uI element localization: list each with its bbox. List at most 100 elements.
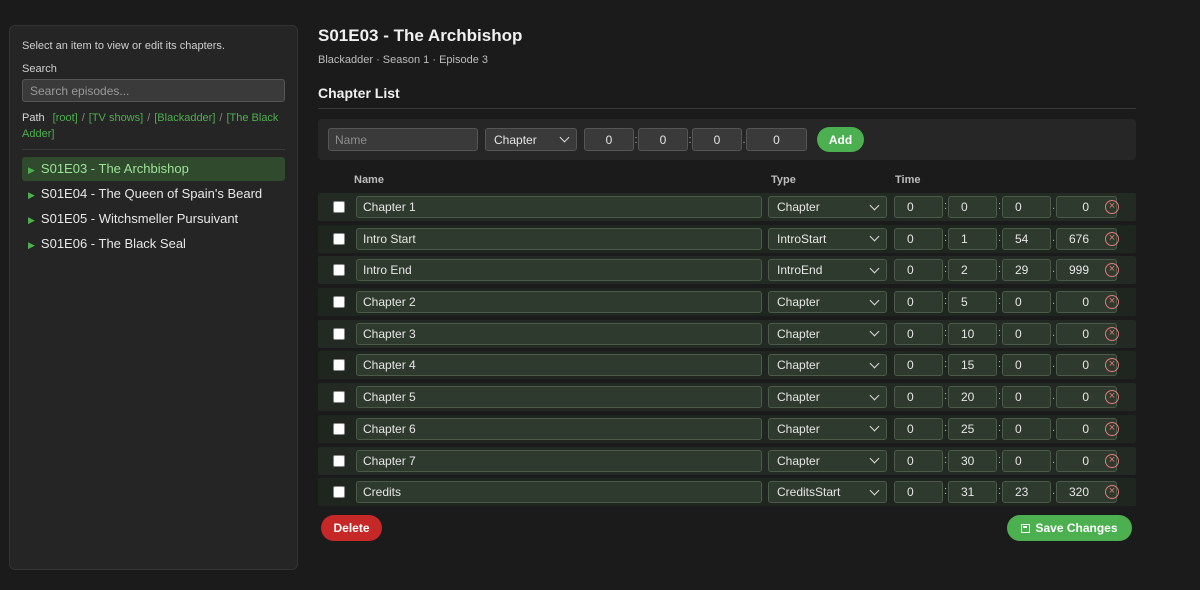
new-milliseconds-input[interactable]: 0 [746,128,807,151]
hours-input[interactable]: 0 [894,386,943,409]
row-checkbox[interactable] [333,264,345,277]
breadcrumb: Path [root] / [TV shows] / [Blackadder] / [The … [22,110,285,150]
minutes-input[interactable]: 5 [948,291,997,314]
seconds-input[interactable]: 0 [1002,386,1051,409]
new-seconds-input[interactable]: 0 [692,128,742,151]
breadcrumb-tv-shows[interactable]: [TV shows] [89,112,143,124]
episode-item[interactable]: ▶ S01E05 - Witchsmeller Pursuivant [22,207,285,231]
time-separator: : [998,263,1002,276]
time-separator: . [1052,485,1056,498]
minutes-input[interactable]: 10 [948,322,997,345]
minutes-input[interactable]: 0 [948,196,997,218]
column-header-time: Time [895,174,921,186]
new-chapter-name-input[interactable] [328,128,478,151]
hours-input[interactable]: 0 [894,417,943,440]
seconds-input[interactable]: 0 [1002,322,1051,345]
hours-input[interactable]: 0 [894,196,943,218]
minutes-input[interactable]: 1 [948,227,997,250]
new-hours-input[interactable]: 0 [584,128,634,151]
chevron-down-icon [869,263,880,274]
row-checkbox[interactable] [333,391,345,404]
chapter-name-input[interactable]: Chapter 6 [356,417,762,440]
remove-circle-icon[interactable]: × [1105,326,1119,341]
chapter-type-select[interactable]: Chapter [768,386,887,409]
hours-input[interactable]: 0 [894,481,943,504]
chapter-type-select[interactable]: Chapter [768,417,887,440]
chapter-type-select[interactable]: Chapter [768,322,887,345]
minutes-input[interactable]: 20 [948,386,997,409]
chapter-name-input[interactable]: Intro Start [356,227,762,250]
save-changes-button[interactable]: Save Changes [1007,515,1132,542]
breadcrumb-root[interactable]: [root] [53,112,78,124]
hours-input[interactable]: 0 [894,227,943,250]
remove-circle-icon[interactable]: × [1105,421,1119,436]
chapter-name-input[interactable]: Chapter 2 [356,291,762,314]
action-bar: Delete Save Changes [318,515,1136,555]
chapter-name-input[interactable]: Chapter 7 [356,449,762,472]
chevron-down-icon [869,390,880,401]
chapter-type-select[interactable]: Chapter [768,291,887,314]
chapter-type-select[interactable]: IntroEnd [768,259,887,282]
row-checkbox[interactable] [333,201,345,213]
episode-item[interactable]: ▶ S01E03 - The Archbishop [22,157,285,181]
chevron-down-icon [869,453,880,464]
minutes-input[interactable]: 30 [948,449,997,472]
chapter-name-input[interactable]: Chapter 1 [356,196,762,218]
seconds-input[interactable]: 0 [1002,196,1051,218]
hours-input[interactable]: 0 [894,291,943,314]
row-checkbox[interactable] [333,327,345,340]
seconds-input[interactable]: 0 [1002,291,1051,314]
minutes-input[interactable]: 2 [948,259,997,282]
minutes-input[interactable]: 15 [948,354,997,377]
time-separator: : [998,295,1002,308]
hours-input[interactable]: 0 [894,259,943,282]
minutes-input[interactable]: 31 [948,481,997,504]
row-checkbox[interactable] [333,486,345,499]
episode-label: S01E06 - The Black Seal [40,236,186,251]
chapter-name-input[interactable]: Credits [356,481,762,504]
remove-circle-icon[interactable]: × [1105,453,1119,468]
new-chapter-type-select[interactable]: Chapter [485,128,577,151]
search-input[interactable] [22,79,285,102]
hours-input[interactable]: 0 [894,322,943,345]
seconds-input[interactable]: 0 [1002,417,1051,440]
row-checkbox[interactable] [333,296,345,309]
episode-item[interactable]: ▶ S01E06 - The Black Seal [22,232,285,256]
chapter-type-select[interactable]: Chapter [768,449,887,472]
chevron-down-icon [869,326,880,337]
seconds-input[interactable]: 29 [1002,259,1051,282]
row-checkbox[interactable] [333,454,345,467]
hours-input[interactable]: 0 [894,449,943,472]
select-value: Chapter [777,453,820,468]
remove-circle-icon[interactable]: × [1105,200,1119,214]
row-checkbox[interactable] [333,232,345,245]
remove-circle-icon[interactable]: × [1105,231,1119,246]
chapter-type-select[interactable]: CreditsStart [768,481,887,504]
time-separator: . [1052,358,1056,371]
episode-item[interactable]: ▶ S01E04 - The Queen of Spain's Beard [22,182,285,206]
minutes-input[interactable]: 25 [948,417,997,440]
episode-label: S01E05 - Witchsmeller Pursuivant [40,211,239,226]
table-header: Name Type Time [318,169,1136,193]
chapter-type-select[interactable]: Chapter [768,354,887,377]
delete-button[interactable]: Delete [321,515,382,542]
breadcrumb-blackadder[interactable]: [Blackadder] [154,112,215,124]
add-button[interactable]: Add [817,127,864,152]
chapter-type-select[interactable]: Chapter [768,196,887,218]
seconds-input[interactable]: 54 [1002,227,1051,250]
seconds-input[interactable]: 0 [1002,449,1051,472]
chapter-type-select[interactable]: IntroStart [768,227,887,250]
chapter-name-input[interactable]: Chapter 4 [356,354,762,377]
row-checkbox[interactable] [333,359,345,372]
seconds-input[interactable]: 23 [1002,481,1051,504]
seconds-input[interactable]: 0 [1002,354,1051,377]
hours-input[interactable]: 0 [894,354,943,377]
table-row: Chapter 5 Chapter 0:20:0. 0 × [318,383,1136,412]
chapter-name-input[interactable]: Intro End [356,259,762,282]
new-minutes-input[interactable]: 0 [638,128,688,151]
chapter-name-input[interactable]: Chapter 5 [356,386,762,409]
remove-circle-icon[interactable]: × [1105,295,1119,310]
chapter-name-input[interactable]: Chapter 3 [356,322,762,345]
time-separator: : [944,485,948,498]
row-checkbox[interactable] [333,422,345,435]
